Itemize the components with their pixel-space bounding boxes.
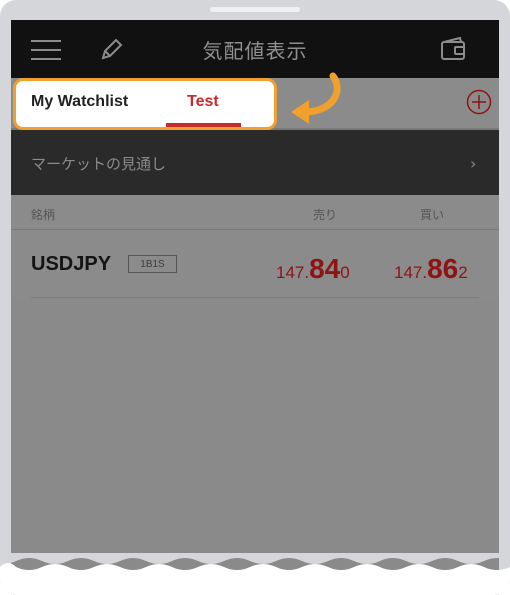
- sell-price-pips: 84: [309, 253, 341, 284]
- buy-price-pips: 86: [427, 253, 459, 284]
- lot-badge: 1B1S: [128, 255, 177, 273]
- active-tab-indicator: [166, 123, 241, 127]
- market-outlook-label: マーケットの見通し: [31, 155, 167, 173]
- sell-price-fraction: 0: [340, 263, 350, 282]
- sell-price[interactable]: 147.840: [276, 253, 350, 285]
- tab-my-watchlist[interactable]: My Watchlist: [31, 93, 128, 111]
- menu-icon[interactable]: [31, 40, 61, 60]
- buy-price[interactable]: 147.862: [394, 253, 468, 285]
- top-bar: 気配値表示: [11, 20, 499, 78]
- market-outlook-row[interactable]: マーケットの見通し ›: [11, 130, 499, 195]
- wallet-icon[interactable]: [440, 36, 468, 62]
- sell-price-prefix: 147.: [276, 263, 310, 282]
- row-divider: [31, 297, 479, 298]
- torn-edge-decoration: [0, 553, 510, 595]
- buy-price-fraction: 2: [458, 263, 468, 282]
- device-notch: [210, 7, 300, 12]
- tab-test[interactable]: Test: [187, 93, 219, 111]
- column-header-symbol: 銘柄: [31, 208, 56, 222]
- buy-price-prefix: 147.: [394, 263, 428, 282]
- chevron-right-icon: ›: [470, 154, 477, 173]
- column-header-sell: 売り: [313, 208, 338, 222]
- list-header: 銘柄 売り 買い: [11, 195, 499, 230]
- pointer-arrow-icon: [291, 72, 341, 124]
- add-tab-icon[interactable]: [466, 89, 492, 115]
- device-frame: 気配値表示 My Watchlist Test マーケットの見通し › 銘柄 売…: [0, 0, 510, 595]
- edit-icon[interactable]: [97, 36, 125, 64]
- page-title: 気配値表示: [202, 39, 308, 63]
- symbol-name: USDJPY: [31, 253, 112, 275]
- column-header-buy: 買い: [420, 208, 445, 222]
- app-screen: 気配値表示 My Watchlist Test マーケットの見通し › 銘柄 売…: [11, 20, 499, 595]
- table-row[interactable]: USDJPY 1B1S 147.840 147.862: [11, 230, 499, 298]
